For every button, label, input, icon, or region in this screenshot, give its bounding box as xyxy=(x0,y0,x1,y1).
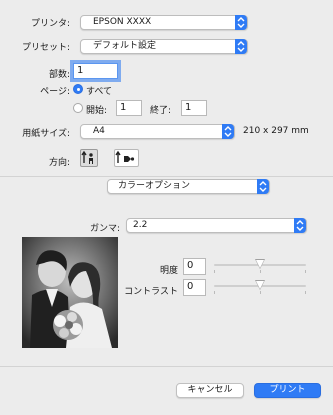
slider-tick xyxy=(305,291,306,294)
chevron-updown-icon xyxy=(294,218,306,233)
contrast-field[interactable]: 0 xyxy=(183,279,206,296)
divider xyxy=(0,366,333,367)
paper-size-popup[interactable]: A4 xyxy=(80,124,235,139)
pages-from-field[interactable]: 1 xyxy=(116,100,142,116)
slider-thumb-fill xyxy=(256,281,264,289)
orientation-label: 方向: xyxy=(48,158,70,168)
slider-tick xyxy=(214,270,215,273)
slider-tick xyxy=(260,291,261,294)
gamma-popup[interactable]: 2.2 xyxy=(126,218,307,233)
printer-value: EPSON XXXX xyxy=(93,17,152,27)
preset-popup[interactable]: デフォルト設定 xyxy=(80,39,248,54)
chevron-updown-icon xyxy=(257,179,269,194)
paper-size-value: A4 xyxy=(93,126,105,136)
cancel-button[interactable]: キャンセル xyxy=(176,383,244,398)
section-value: カラーオプション xyxy=(118,181,191,191)
chevron-updown-icon xyxy=(235,39,247,54)
section-popup[interactable]: カラーオプション xyxy=(107,179,270,194)
divider xyxy=(0,176,333,177)
pages-range-radio[interactable] xyxy=(73,103,83,113)
pages-all-radio[interactable] xyxy=(73,84,83,94)
preset-value: デフォルト設定 xyxy=(93,41,157,51)
pages-all-label: すべて xyxy=(86,87,113,97)
paper-dimensions: 210 x 297 mm xyxy=(243,126,309,136)
slider-thumb-fill xyxy=(256,260,264,268)
brightness-field[interactable]: 0 xyxy=(183,258,206,275)
pages-from-label: 開始: xyxy=(86,106,108,116)
landscape-icon xyxy=(115,150,135,163)
gamma-value: 2.2 xyxy=(133,220,148,230)
slider-tick xyxy=(214,291,215,294)
slider-tick xyxy=(305,270,306,273)
chevron-updown-icon xyxy=(235,15,247,30)
pages-to-label: 終了: xyxy=(150,106,172,116)
preset-label: プリセット: xyxy=(21,43,70,53)
printer-popup[interactable]: EPSON XXXX xyxy=(80,15,248,30)
copies-label: 部数: xyxy=(48,70,70,80)
orientation-portrait-button[interactable] xyxy=(80,149,98,167)
paper-size-label: 用紙サイズ: xyxy=(22,129,70,139)
copies-field[interactable]: 1 xyxy=(70,60,121,82)
pages-to-field[interactable]: 1 xyxy=(181,100,207,116)
preview-image xyxy=(22,237,118,348)
slider-tick xyxy=(260,270,261,273)
printer-label: プリンタ: xyxy=(30,19,70,29)
orientation-landscape-button[interactable] xyxy=(114,149,139,167)
print-button[interactable]: プリント xyxy=(254,383,321,398)
pages-label: ページ: xyxy=(40,87,70,97)
portrait-icon xyxy=(81,150,93,164)
gamma-label: ガンマ: xyxy=(89,224,120,234)
brightness-label: 明度 xyxy=(159,266,178,276)
chevron-updown-icon xyxy=(222,124,234,139)
contrast-label: コントラスト xyxy=(124,287,178,297)
